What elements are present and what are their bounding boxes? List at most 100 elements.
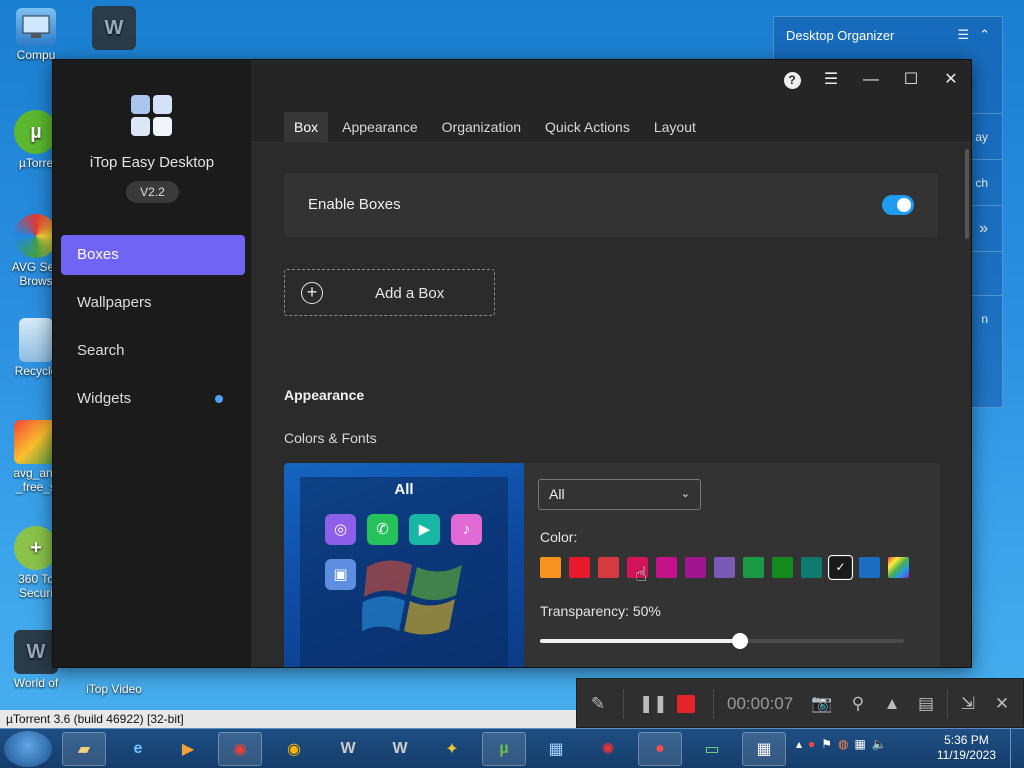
taskbar-avg-browser[interactable]: ◉ [272,732,316,766]
maximize-button[interactable]: ☐ [896,66,926,94]
taskbar-chrome[interactable]: ◉ [218,732,262,766]
box-select-dropdown[interactable]: All ⌄ [538,479,701,510]
taskbar-clock[interactable]: 5:36 PM 11/19/2023 [937,733,996,763]
chevron-up-icon[interactable]: ⌃ [979,27,990,43]
spotlight-icon[interactable]: ▲ [881,693,903,715]
color-swatch[interactable] [801,557,822,578]
preview-title: All [394,481,414,498]
world-of-tanks-icon: W [340,740,356,757]
volume-muted-icon[interactable]: 🔈 [872,737,887,751]
tablet-app-icon: ▭ [704,741,720,758]
transparency-label: Transparency: 50% [540,603,661,619]
color-swatch[interactable] [743,557,764,578]
desktop-icon-tanks-top[interactable]: W [78,6,150,52]
desktop-icon-computer[interactable]: Compu [0,8,72,62]
appearance-heading: Appearance [284,387,365,403]
transparency-slider[interactable] [540,633,904,649]
close-button[interactable]: ✕ [936,66,966,94]
color-swatch[interactable] [656,557,677,578]
taskbar-utorrent[interactable]: µ [482,732,526,766]
slider-thumb[interactable] [732,633,749,649]
tab-bar: Box Appearance Organization Quick Action… [284,112,710,142]
color-swatch[interactable] [772,557,793,578]
utorrent-icon: µ [499,740,509,757]
desktop-icon-itop-video[interactable]: iTop Video [78,664,150,696]
taskbar-world-of-tanks[interactable]: W [326,732,370,766]
divider [713,689,714,719]
tab-box[interactable]: Box [284,112,329,142]
enable-boxes-toggle[interactable] [882,195,914,215]
tab-layout[interactable]: Layout [644,112,706,142]
add-a-box-button[interactable]: + Add a Box [284,269,495,316]
color-swatch[interactable] [569,557,590,578]
taskbar-game[interactable]: ✦ [430,732,474,766]
taskbar-ie[interactable]: e [116,732,160,766]
chrome-icon: ◉ [233,741,247,758]
divider [947,689,948,719]
color-swatch[interactable] [714,557,735,578]
show-desktop-button[interactable] [1010,729,1024,768]
menu-icon[interactable]: ☰ [957,27,969,43]
minimize-button[interactable]: — [856,66,886,94]
taskbar-explorer[interactable]: ▰ [62,732,106,766]
clock-time: 5:36 PM [944,733,989,747]
itop-easy-desktop-window: iTop Easy Desktop V2.2 Boxes Wallpapers … [52,59,972,668]
tray-app-icon[interactable]: ◍ [838,737,848,751]
world-of-warships-icon: W [392,740,408,757]
tab-appearance[interactable]: Appearance [332,112,428,142]
pause-icon[interactable]: ❚❚ [639,693,668,715]
taskbar-security-app[interactable]: ✺ [586,732,630,766]
minimize-to-corner-icon[interactable]: ⇲ [957,693,979,715]
camera-icon[interactable]: 📷 [811,693,833,715]
nav-item-label: Widgets [77,390,132,407]
nav-item-search[interactable]: Search [61,331,245,371]
zoom-icon[interactable]: ⚲ [847,693,869,715]
preview-box: All ◎ ✆ ▶ ♪ ▣ [300,477,508,667]
close-icon: ✕ [944,71,958,88]
computer-icon [16,8,56,46]
color-swatch[interactable] [598,557,619,578]
nav-item-label: Boxes [77,246,119,263]
taskbar-itop-easy-desktop[interactable]: ▦ [742,732,786,766]
check-icon: ✓ [835,560,846,574]
tray-flag-icon[interactable]: ⚑ [821,737,832,751]
recording-timer: 00:00:07 [727,694,794,713]
tab-quick-actions[interactable]: Quick Actions [535,112,640,142]
itop-easy-desktop-icon: ▦ [756,741,772,758]
video-icon: ▶ [409,514,440,545]
start-button[interactable] [4,731,52,767]
slider-fill [540,639,741,643]
pen-icon[interactable]: ✎ [587,693,609,715]
color-swatch[interactable] [859,557,880,578]
tab-organization[interactable]: Organization [432,112,531,142]
nav-item-wallpapers[interactable]: Wallpapers [61,283,245,323]
scrollbar[interactable] [965,149,969,239]
network-icon[interactable]: ▦ [855,737,866,751]
menu-button[interactable]: ☰ [816,66,846,94]
windows-logo-icon [362,560,462,635]
stop-button[interactable] [675,693,697,715]
desktop-icon-label: iTop Video [86,682,142,696]
chrome-icon: ◎ [325,514,356,545]
close-icon[interactable]: ✕ [991,693,1013,715]
color-swatch[interactable] [685,557,706,578]
color-swatch[interactable]: ✓ [828,555,853,580]
minimize-icon: — [863,71,879,88]
nav-item-boxes[interactable]: Boxes [61,235,245,275]
taskbar-media-player[interactable]: ▶ [166,732,210,766]
chevron-down-icon: ⌄ [680,488,690,500]
internet-explorer-icon: e [133,740,143,757]
settings-content: Enable Boxes + Add a Box Appearance Colo… [251,143,971,667]
taskbar-screen-recorder[interactable]: ● [638,732,682,766]
comment-icon[interactable]: ▤ [915,693,937,715]
new-indicator-dot [215,395,223,403]
taskbar-tablet-app[interactable]: ▭ [690,732,734,766]
taskbar-control-panel[interactable]: ▦ [534,732,578,766]
help-button[interactable]: ? [777,66,807,94]
color-swatch[interactable] [888,557,909,578]
color-swatch[interactable] [540,557,561,578]
nav-item-widgets[interactable]: Widgets [61,379,245,419]
tray-app-icon[interactable]: ● [808,737,815,751]
taskbar-world-of-warships[interactable]: W [378,732,422,766]
tray-expand-icon[interactable]: ▴ [796,737,802,751]
